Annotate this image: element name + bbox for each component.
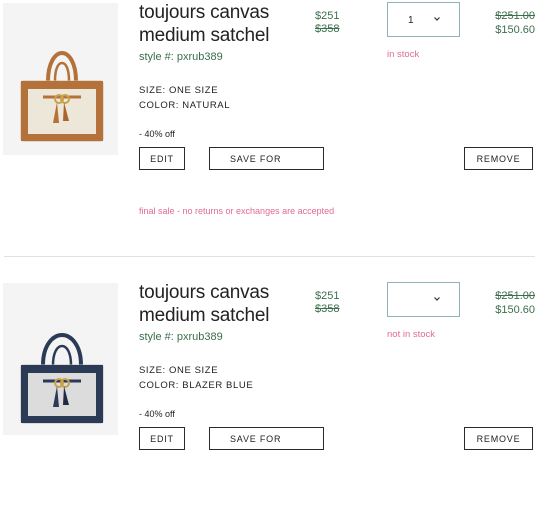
unit-price: $251 [315,290,340,302]
product-title[interactable]: toujours canvas medium satchel [139,281,314,327]
discount-label: - 40% off [139,129,175,139]
chevron-down-icon [434,17,440,21]
original-unit-price: $358 [315,23,340,35]
original-total-price: $251.00 [495,10,535,22]
remove-button[interactable]: REMOVE [464,427,533,450]
chevron-down-icon [434,297,440,301]
satchel-natural-icon [20,50,104,142]
quantity-value: 1 [408,15,414,26]
divider [4,256,535,257]
stock-status: not in stock [387,329,436,340]
quantity-select[interactable] [387,282,460,317]
original-total-price: $251.00 [495,290,535,302]
save-for-later-button[interactable]: SAVE FOR [209,427,324,450]
edit-button[interactable]: EDIT [139,427,185,450]
cart-item: toujours canvas medium satchel style #: … [0,280,547,510]
quantity-select[interactable]: 1 [387,2,460,37]
size-label: SIZE: ONE SIZE [139,85,219,96]
color-label: COLOR: NATURAL [139,100,231,111]
size-label: SIZE: ONE SIZE [139,365,219,376]
product-title[interactable]: toujours canvas medium satchel [139,1,314,47]
original-unit-price: $358 [315,303,340,315]
stock-status: in stock [387,49,420,60]
edit-button[interactable]: EDIT [139,147,185,170]
product-image[interactable] [3,3,118,155]
save-for-later-button[interactable]: SAVE FOR [209,147,324,170]
style-number: style #: pxrub389 [139,51,223,63]
color-label: COLOR: BLAZER BLUE [139,380,254,391]
final-sale-notice: final sale - no returns or exchanges are… [139,206,335,216]
cart-item: toujours canvas medium satchel style #: … [0,0,547,230]
style-number: style #: pxrub389 [139,331,223,343]
unit-price: $251 [315,10,340,22]
product-image[interactable] [3,283,118,435]
discount-label: - 40% off [139,409,175,419]
remove-button[interactable]: REMOVE [464,147,533,170]
satchel-blazer-blue-icon [20,332,104,424]
total-price: $150.60 [495,24,535,36]
total-price: $150.60 [495,304,535,316]
